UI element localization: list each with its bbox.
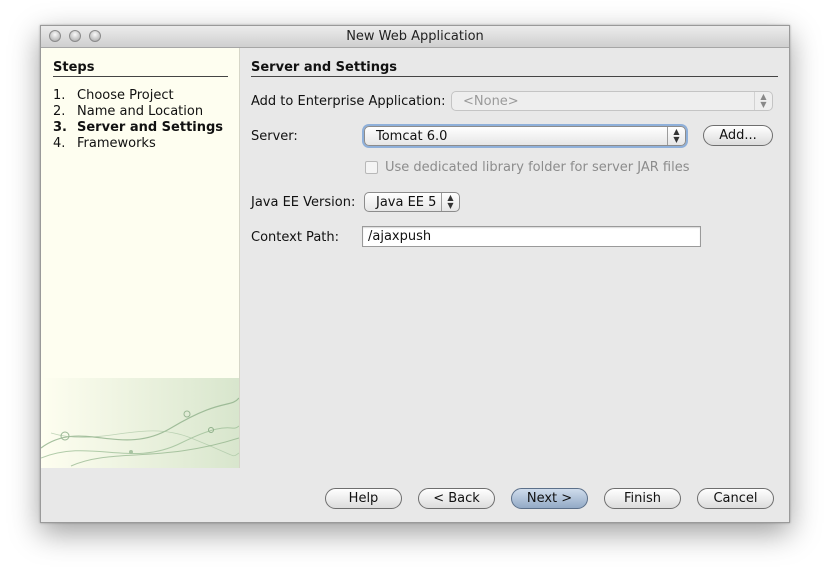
steps-panel: Steps 1. Choose Project 2. Name and Locati…: [41, 48, 240, 468]
context-path-label: Context Path:: [251, 230, 339, 245]
dialog-window: New Web Application Steps 1. Choose Proje…: [40, 25, 790, 523]
next-button[interactable]: Next >: [511, 488, 588, 509]
finish-button[interactable]: Finish: [604, 488, 681, 509]
help-button[interactable]: Help: [325, 488, 402, 509]
step-label: Frameworks: [77, 136, 156, 151]
steps-divider: [53, 76, 228, 77]
dedicated-folder-checkbox[interactable]: [365, 161, 378, 174]
section-heading: Server and Settings: [251, 60, 398, 75]
step-label: Choose Project: [77, 88, 174, 103]
step-name-location: 2. Name and Location: [53, 104, 203, 119]
step-choose-project: 1. Choose Project: [53, 88, 174, 103]
updown-arrows-icon: ▲ ▼: [754, 92, 772, 110]
dedicated-folder-label: Use dedicated library folder for server …: [385, 160, 690, 175]
step-label: Name and Location: [77, 104, 204, 119]
add-server-button[interactable]: Add...: [703, 125, 773, 146]
server-value: Tomcat 6.0: [376, 129, 448, 144]
decorative-swirl-graphic: [41, 378, 239, 468]
step-number: 2.: [53, 104, 66, 119]
step-number: 1.: [53, 88, 66, 103]
enterprise-app-select[interactable]: <None> ▲ ▼: [451, 91, 773, 111]
section-divider: [251, 76, 778, 77]
steps-heading: Steps: [53, 60, 95, 75]
step-frameworks: 4. Frameworks: [53, 136, 156, 151]
javaee-version-value: Java EE 5: [376, 195, 437, 210]
window-title: New Web Application: [346, 29, 484, 44]
step-server-settings: 3. Server and Settings: [53, 120, 223, 135]
enterprise-app-value: <None>: [463, 94, 519, 109]
step-label: Server and Settings: [77, 120, 224, 135]
enterprise-app-label: Add to Enterprise Application:: [251, 94, 446, 109]
server-select[interactable]: Tomcat 6.0 ▲ ▼: [364, 126, 686, 146]
updown-arrows-icon: ▲ ▼: [441, 193, 459, 211]
step-number: 3.: [53, 120, 67, 135]
cancel-button[interactable]: Cancel: [697, 488, 774, 509]
javaee-version-label: Java EE Version:: [251, 195, 356, 210]
title-bar[interactable]: New Web Application: [41, 26, 789, 48]
server-label: Server:: [251, 129, 298, 144]
javaee-version-select[interactable]: Java EE 5 ▲ ▼: [364, 192, 460, 212]
step-number: 4.: [53, 136, 66, 151]
back-button[interactable]: < Back: [418, 488, 495, 509]
context-path-input[interactable]: /ajaxpush: [362, 226, 701, 247]
updown-arrows-icon: ▲ ▼: [667, 127, 685, 145]
